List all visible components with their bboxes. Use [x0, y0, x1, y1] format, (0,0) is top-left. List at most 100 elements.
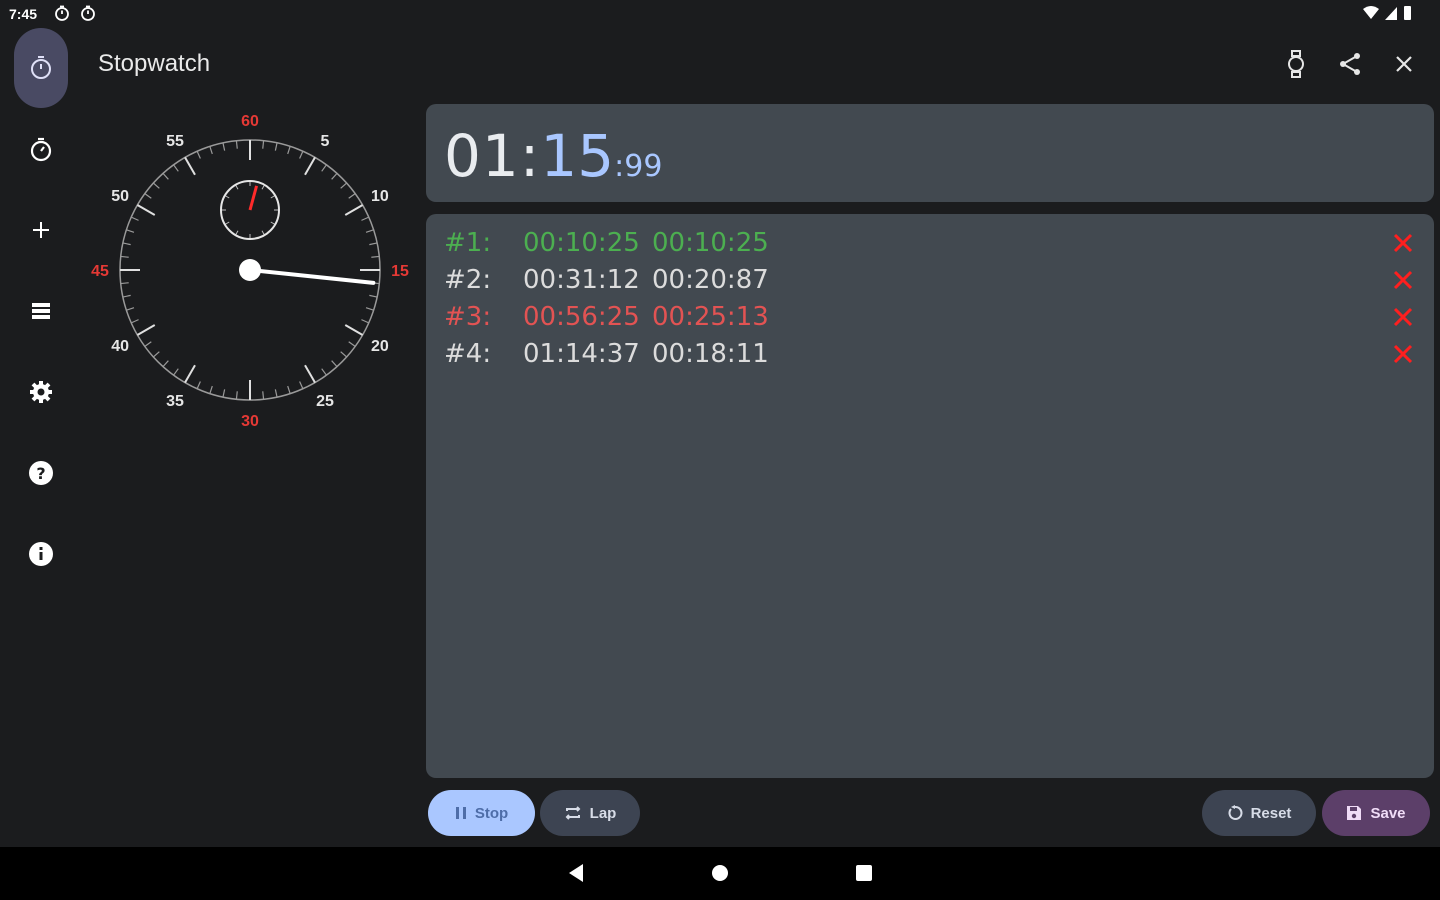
dial-tick [136, 204, 156, 216]
lap-icon [565, 806, 581, 820]
dial-tick [369, 294, 378, 298]
lap-total-time: 01:14:37 [523, 339, 640, 369]
nav-stopwatch[interactable] [14, 40, 68, 94]
dial-tick [196, 381, 201, 390]
wifi-icon [1363, 6, 1379, 19]
dial-tick [304, 364, 316, 384]
watch-icon [1288, 50, 1304, 78]
dial-tick [235, 140, 238, 149]
lap-row: #4: 01:14:37 00:18:11 [444, 339, 1418, 376]
dial-tick [126, 307, 135, 311]
dial-label: 30 [241, 413, 259, 430]
lap-button[interactable]: Lap [540, 790, 640, 836]
recents-icon [856, 865, 872, 881]
delete-icon [1393, 307, 1413, 327]
pause-icon [455, 807, 466, 819]
home-icon [712, 865, 728, 881]
delete-lap-button[interactable] [1388, 228, 1418, 258]
svg-text:?: ? [36, 464, 45, 483]
time-hundredths: :99 [614, 149, 663, 184]
battery-icon [1404, 6, 1411, 20]
lap-split-time: 00:20:87 [652, 265, 769, 295]
dial-tick [340, 351, 348, 358]
dial-tick [331, 360, 338, 368]
analog-dial: 60 5 10 15 20 25 30 35 40 45 50 55 [91, 113, 409, 430]
time-hours-minutes: 01: [444, 122, 541, 190]
watch-button[interactable] [1276, 44, 1316, 84]
dial-tick [344, 204, 364, 216]
system-nav-bar [0, 847, 1440, 900]
nav-list[interactable] [14, 284, 68, 338]
elapsed-time: 01:15:99 [444, 122, 662, 190]
dial-tick [173, 368, 179, 376]
dial-tick [365, 307, 374, 311]
dial-tick [144, 341, 152, 347]
nav-help[interactable]: ? [14, 446, 68, 500]
stopwatch-notification-icon [55, 5, 69, 21]
delete-icon [1393, 344, 1413, 364]
recents-button[interactable] [852, 861, 876, 885]
add-icon [33, 222, 49, 238]
stopwatch-icon [31, 56, 51, 79]
nav-add[interactable] [14, 203, 68, 257]
lap-label: Lap [589, 804, 617, 822]
dial-label: 5 [321, 133, 330, 150]
dial-tick [274, 389, 278, 398]
dial-tick [344, 324, 364, 336]
dial-tick [120, 282, 129, 285]
dial-label: 35 [166, 393, 184, 410]
dial-tick [321, 164, 327, 172]
delete-lap-button[interactable] [1388, 302, 1418, 332]
stop-button[interactable]: Stop [428, 790, 535, 836]
dial-tick [348, 341, 356, 347]
share-button[interactable] [1330, 44, 1370, 84]
nav-settings[interactable] [14, 365, 68, 419]
dial-tick [136, 324, 156, 336]
nav-timer[interactable] [14, 122, 68, 176]
dial-tick [361, 216, 370, 221]
back-icon [569, 864, 583, 882]
reset-label: Reset [1250, 804, 1292, 822]
lap-total-time: 00:10:25 [523, 228, 640, 258]
signal-icon [1385, 7, 1397, 20]
dial-tick [348, 193, 356, 199]
reset-icon [1228, 805, 1243, 820]
nav-info[interactable] [14, 527, 68, 581]
save-button[interactable]: Save [1322, 790, 1430, 836]
dial-tick [162, 360, 169, 368]
minute-hand [248, 185, 259, 211]
dial-tick [130, 216, 139, 221]
lap-number: #1: [444, 228, 492, 258]
dial-tick [340, 182, 348, 189]
dial-tick [196, 150, 201, 159]
lap-total-time: 00:31:12 [523, 265, 640, 295]
dial-tick [162, 172, 169, 180]
dial-tick [209, 146, 213, 155]
lap-split-time: 00:25:13 [652, 302, 769, 332]
back-button[interactable] [564, 861, 588, 885]
lap-split-time: 00:10:25 [652, 228, 769, 258]
dial-label: 20 [371, 338, 389, 355]
delete-lap-button[interactable] [1388, 339, 1418, 369]
dial-tick [126, 229, 135, 233]
dial-tick [152, 351, 160, 358]
delete-lap-button[interactable] [1388, 265, 1418, 295]
dial-tick [235, 391, 238, 400]
dial-label: 50 [111, 188, 129, 205]
dial-center-pin [239, 259, 261, 281]
lap-row: #2: 00:31:12 00:20:87 [444, 265, 1418, 302]
dial-tick [222, 389, 226, 398]
close-icon [1396, 56, 1412, 72]
lap-row: #1: 00:10:25 00:10:25 [444, 228, 1418, 265]
reset-button[interactable]: Reset [1202, 790, 1316, 836]
dial-tick [144, 193, 152, 199]
save-icon [1347, 806, 1362, 820]
dial-tick [209, 385, 213, 394]
close-button[interactable] [1384, 44, 1424, 84]
dial-tick [122, 294, 131, 298]
dial-label: 55 [166, 133, 184, 150]
dial-tick [222, 142, 226, 151]
stop-label: Stop [474, 804, 509, 822]
home-button[interactable] [708, 861, 732, 885]
dial-label: 40 [111, 338, 129, 355]
